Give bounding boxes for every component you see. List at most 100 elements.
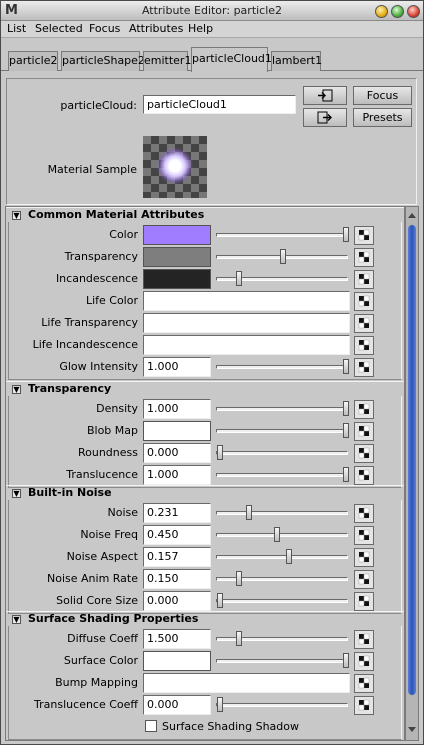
noise-freq-slider-handle[interactable]: [274, 527, 280, 542]
collapse-toggle-icon[interactable]: ▼: [12, 385, 21, 394]
menu-help[interactable]: Help: [188, 22, 213, 35]
glow-intensity-slider[interactable]: [216, 359, 349, 374]
transparency-map-button[interactable]: [354, 248, 374, 267]
color-slider-handle[interactable]: [343, 227, 349, 242]
surface-color-slider-handle[interactable]: [343, 653, 349, 668]
noise-slider-handle[interactable]: [246, 505, 252, 520]
section-header[interactable]: ▼ Built-in Noise: [8, 486, 402, 500]
translucence-coeff-slider-handle[interactable]: [217, 697, 223, 712]
translucence-map-button[interactable]: [354, 466, 374, 485]
color-map-button[interactable]: [354, 226, 374, 245]
translucence-coeff-map-button[interactable]: [354, 696, 374, 715]
title-bar[interactable]: M Attribute Editor: particle2: [1, 1, 423, 21]
incandescence-map-button[interactable]: [354, 270, 374, 289]
roundness-value-field[interactable]: 0.000: [143, 443, 211, 463]
noise-freq-value-field[interactable]: 0.450: [143, 525, 211, 545]
noise-map-button[interactable]: [354, 504, 374, 523]
maximize-button[interactable]: [391, 5, 404, 18]
translucence-value-field[interactable]: 1.000: [143, 465, 211, 485]
noise-freq-map-button[interactable]: [354, 526, 374, 545]
blob-map-color-swatch[interactable]: [143, 421, 211, 441]
life-transparency-field[interactable]: [143, 313, 350, 333]
noise-anim-rate-slider[interactable]: [216, 571, 348, 586]
menu-selected[interactable]: Selected: [35, 22, 83, 35]
diffuse-coeff-value-field[interactable]: 1.500: [143, 629, 211, 649]
roundness-map-button[interactable]: [354, 444, 374, 463]
density-value-field[interactable]: 1.000: [143, 399, 211, 419]
collapse-toggle-icon[interactable]: ▼: [12, 211, 21, 220]
incandescence-color-swatch[interactable]: [143, 269, 211, 289]
transparency-color-swatch[interactable]: [143, 247, 211, 267]
solid-core-size-value-field[interactable]: 0.000: [143, 591, 211, 611]
noise-value-field[interactable]: 0.231: [143, 503, 211, 523]
solid-core-size-slider-handle[interactable]: [217, 593, 223, 608]
scroll-down-icon[interactable]: [406, 725, 418, 735]
scroll-up-icon[interactable]: [406, 210, 418, 220]
blob-map-map-button[interactable]: [354, 422, 374, 441]
collapse-toggle-icon[interactable]: ▼: [12, 615, 21, 624]
section-header[interactable]: ▼ Common Material Attributes: [8, 208, 402, 222]
blob-map-slider-handle[interactable]: [343, 423, 349, 438]
roundness-slider-handle[interactable]: [217, 445, 223, 460]
roundness-slider[interactable]: [216, 445, 348, 460]
transparency-slider[interactable]: [216, 249, 348, 264]
life-transparency-map-button[interactable]: [354, 314, 374, 333]
life-color-field[interactable]: [143, 291, 350, 311]
bump-mapping-map-button[interactable]: [354, 674, 374, 693]
tab-particleshape2[interactable]: particleShape2: [61, 51, 145, 71]
noise-freq-slider[interactable]: [216, 527, 348, 542]
minimize-button[interactable]: [375, 5, 388, 18]
bump-mapping-field[interactable]: [143, 673, 350, 693]
glow-intensity-value-field[interactable]: 1.000: [143, 357, 211, 377]
surface-color-color-swatch[interactable]: [143, 651, 211, 671]
tab-lambert1[interactable]: lambert1: [271, 51, 322, 71]
close-button[interactable]: [407, 5, 420, 18]
glow-intensity-slider-handle[interactable]: [343, 359, 349, 374]
menu-focus[interactable]: Focus: [89, 22, 120, 35]
noise-aspect-value-field[interactable]: 0.157: [143, 547, 211, 567]
menu-attributes[interactable]: Attributes: [129, 22, 183, 35]
tab-particle2[interactable]: particle2: [8, 51, 58, 71]
diffuse-coeff-slider-handle[interactable]: [236, 631, 242, 646]
noise-anim-rate-slider-handle[interactable]: [236, 571, 242, 586]
life-incandescence-field[interactable]: [143, 335, 350, 355]
collapse-toggle-icon[interactable]: ▼: [12, 489, 21, 498]
density-slider-handle[interactable]: [343, 401, 349, 416]
diffuse-coeff-map-button[interactable]: [354, 630, 374, 649]
color-slider[interactable]: [216, 227, 349, 242]
noise-anim-rate-map-button[interactable]: [354, 570, 374, 589]
output-connection-button[interactable]: [303, 108, 347, 127]
density-slider[interactable]: [216, 401, 349, 416]
glow-intensity-map-button[interactable]: [354, 358, 374, 377]
focus-button[interactable]: Focus: [353, 86, 412, 105]
translucence-coeff-value-field[interactable]: 0.000: [143, 695, 211, 715]
attribute-scroll-area[interactable]: ▼ Common Material Attributes Color Transpar…: [5, 206, 405, 741]
translucence-coeff-slider[interactable]: [216, 697, 348, 712]
incandescence-slider[interactable]: [216, 271, 348, 286]
noise-anim-rate-value-field[interactable]: 0.150: [143, 569, 211, 589]
life-incandescence-map-button[interactable]: [354, 336, 374, 355]
section-header[interactable]: ▼ Surface Shading Properties: [8, 612, 402, 626]
particlecloud-name-field[interactable]: particleCloud1: [143, 95, 296, 114]
vertical-scrollbar[interactable]: [405, 206, 419, 741]
translucence-slider[interactable]: [216, 467, 349, 482]
incandescence-slider-handle[interactable]: [236, 271, 242, 286]
tab-emitter1[interactable]: emitter1: [143, 51, 191, 71]
surface-shading-shadow-checkbox[interactable]: [145, 720, 157, 732]
surface-color-slider[interactable]: [216, 653, 349, 668]
scrollbar-thumb[interactable]: [408, 225, 416, 695]
solid-core-size-map-button[interactable]: [354, 592, 374, 611]
translucence-slider-handle[interactable]: [343, 467, 349, 482]
color-color-swatch[interactable]: [143, 225, 211, 245]
solid-core-size-slider[interactable]: [216, 593, 348, 608]
diffuse-coeff-slider[interactable]: [216, 631, 348, 646]
surface-color-map-button[interactable]: [354, 652, 374, 671]
input-connection-button[interactable]: [303, 86, 347, 105]
transparency-slider-handle[interactable]: [280, 249, 286, 264]
noise-aspect-slider-handle[interactable]: [286, 549, 292, 564]
section-header[interactable]: ▼ Transparency: [8, 382, 402, 396]
life-color-map-button[interactable]: [354, 292, 374, 311]
blob-map-slider[interactable]: [216, 423, 349, 438]
noise-slider[interactable]: [216, 505, 348, 520]
density-map-button[interactable]: [354, 400, 374, 419]
